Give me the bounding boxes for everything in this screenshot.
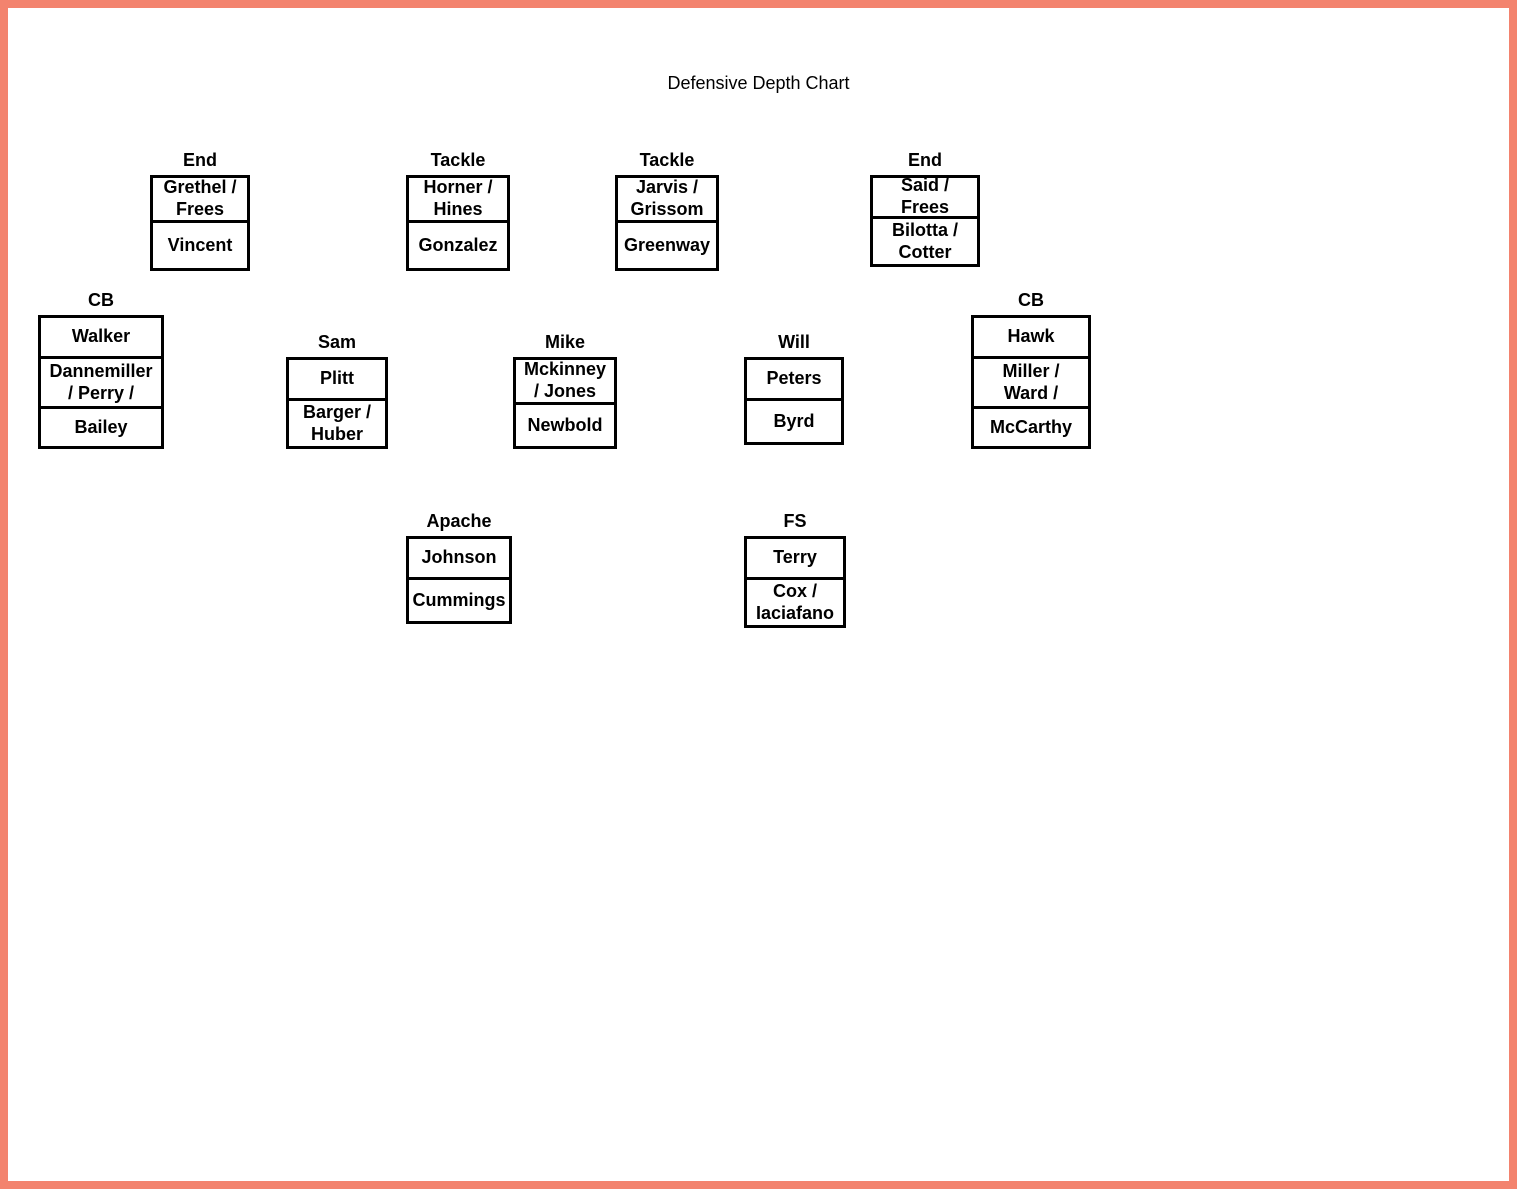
player-cell: Byrd <box>744 401 844 445</box>
player-cell: Cummings <box>406 580 512 624</box>
position-tackle-right: Tackle Jarvis / Grissom Greenway <box>615 150 719 271</box>
player-cell: Johnson <box>406 536 512 580</box>
player-cell: Walker <box>38 315 164 359</box>
position-label: CB <box>38 290 164 311</box>
player-cell: Newbold <box>513 405 617 449</box>
player-cell: Vincent <box>150 223 250 271</box>
position-label: FS <box>744 511 846 532</box>
position-mike: Mike Mckinney / Jones Newbold <box>513 332 617 449</box>
player-cell: Cox / Iaciafano <box>744 580 846 628</box>
chart-canvas: Defensive Depth Chart End Grethel / Free… <box>0 0 1517 1189</box>
position-cb-right: CB Hawk Miller / Ward / McCarthy <box>971 290 1091 449</box>
player-cell: Jarvis / Grissom <box>615 175 719 223</box>
position-label: Sam <box>286 332 388 353</box>
position-end-left: End Grethel / Frees Vincent <box>150 150 250 271</box>
player-cell: Horner / Hines <box>406 175 510 223</box>
player-cell: Hawk <box>971 315 1091 359</box>
position-label: End <box>150 150 250 171</box>
player-cell: Bilotta / Cotter <box>870 219 980 267</box>
position-label: Tackle <box>615 150 719 171</box>
position-label: Will <box>744 332 844 353</box>
position-apache: Apache Johnson Cummings <box>406 511 512 624</box>
player-cell: Miller / Ward / <box>971 359 1091 409</box>
position-label: End <box>870 150 980 171</box>
position-label: Mike <box>513 332 617 353</box>
position-sam: Sam Plitt Barger / Huber <box>286 332 388 449</box>
player-cell: Said / Frees <box>870 175 980 219</box>
player-cell: Plitt <box>286 357 388 401</box>
position-will: Will Peters Byrd <box>744 332 844 445</box>
position-label: Tackle <box>406 150 510 171</box>
position-tackle-left: Tackle Horner / Hines Gonzalez <box>406 150 510 271</box>
position-fs: FS Terry Cox / Iaciafano <box>744 511 846 628</box>
player-cell: Barger / Huber <box>286 401 388 449</box>
position-cb-left: CB Walker Dannemiller / Perry / Bailey <box>38 290 164 449</box>
chart-title: Defensive Depth Chart <box>8 73 1509 94</box>
player-cell: Peters <box>744 357 844 401</box>
player-cell: Dannemiller / Perry / <box>38 359 164 409</box>
player-cell: Terry <box>744 536 846 580</box>
position-end-right: End Said / Frees Bilotta / Cotter <box>870 150 980 267</box>
position-label: Apache <box>406 511 512 532</box>
player-cell: Grethel / Frees <box>150 175 250 223</box>
position-label: CB <box>971 290 1091 311</box>
player-cell: Mckinney / Jones <box>513 357 617 405</box>
player-cell: McCarthy <box>971 409 1091 449</box>
player-cell: Gonzalez <box>406 223 510 271</box>
player-cell: Bailey <box>38 409 164 449</box>
player-cell: Greenway <box>615 223 719 271</box>
